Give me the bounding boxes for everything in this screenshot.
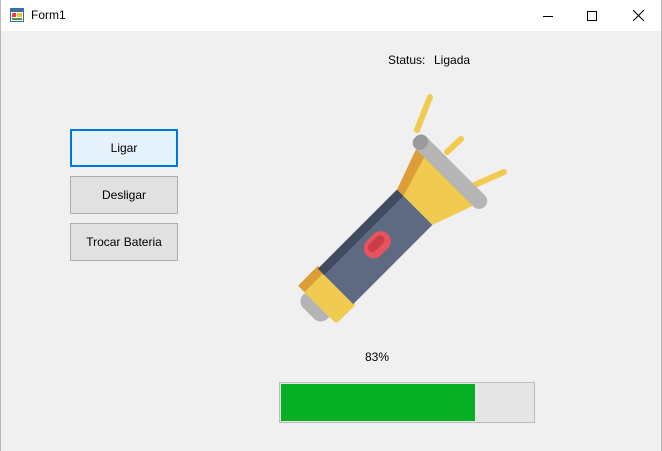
- desligar-button[interactable]: Desligar: [70, 176, 178, 214]
- app-icon: [10, 8, 24, 22]
- battery-progress-fill: [281, 384, 475, 421]
- minimize-button[interactable]: [525, 0, 571, 31]
- window-title: Form1: [31, 8, 66, 22]
- maximize-icon: [587, 10, 597, 21]
- flashlight-icon: [298, 94, 507, 323]
- status-value: Ligada: [434, 53, 471, 67]
- ligar-button[interactable]: Ligar: [70, 129, 178, 167]
- close-icon: [632, 10, 644, 21]
- trocar-bateria-button[interactable]: Trocar Bateria: [70, 223, 178, 261]
- minimize-icon: [543, 15, 553, 17]
- maximize-button[interactable]: [569, 0, 615, 31]
- close-button[interactable]: [615, 0, 661, 31]
- title-bar[interactable]: Form1: [1, 0, 661, 31]
- battery-progress-bar: [279, 382, 535, 423]
- main-window: Form1 Ligar Desligar Trocar Bateria Stat…: [0, 0, 662, 451]
- battery-percent-label: 83%: [365, 350, 390, 364]
- status-label: Status:: [388, 53, 426, 67]
